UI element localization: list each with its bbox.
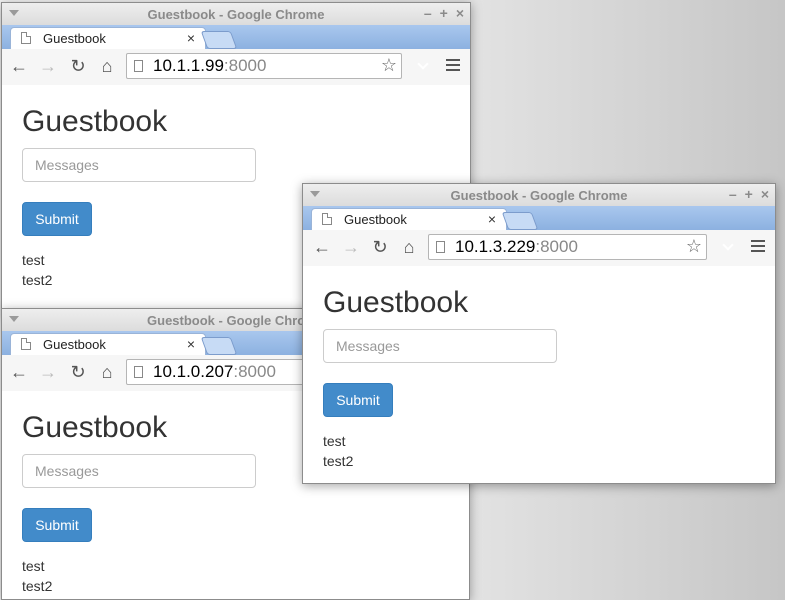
back-arrow-icon[interactable]: ← xyxy=(9,362,29,382)
title-bar[interactable]: Guestbook - Google Chrome –+ × xyxy=(303,184,775,206)
forward-arrow-icon[interactable]: → xyxy=(341,237,361,257)
back-arrow-icon[interactable]: ← xyxy=(9,56,29,76)
reload-icon[interactable]: ↻ xyxy=(68,56,88,76)
minimize-icon[interactable]: – xyxy=(424,5,432,21)
tab-guestbook[interactable]: Guestbook × xyxy=(311,208,507,230)
address-bar[interactable]: 10.1.1.99:8000 ☆ xyxy=(126,53,402,79)
page-icon xyxy=(322,213,332,225)
page-icon xyxy=(134,60,143,72)
maximize-icon[interactable]: + xyxy=(745,186,753,202)
close-icon[interactable]: × xyxy=(187,336,195,352)
entries-list: test test2 xyxy=(22,250,52,290)
list-item: test2 xyxy=(22,578,53,594)
window-title: Guestbook - Google Chrome xyxy=(450,188,628,203)
list-item: test2 xyxy=(323,453,354,469)
page-icon xyxy=(21,32,31,44)
submit-button[interactable]: Submit xyxy=(22,508,92,542)
home-icon[interactable]: ⌂ xyxy=(399,237,419,257)
url-port: :8000 xyxy=(223,56,267,75)
url-host: 10.1.0.207 xyxy=(153,362,234,381)
tab-label: Guestbook xyxy=(43,337,106,352)
reload-icon[interactable]: ↻ xyxy=(68,362,88,382)
page-title: Guestbook xyxy=(22,411,168,444)
star-icon[interactable]: ☆ xyxy=(686,234,702,258)
hamburger-menu-icon[interactable] xyxy=(446,59,460,74)
tab-strip: Guestbook × xyxy=(303,206,775,230)
url-port: :8000 xyxy=(233,362,276,381)
entries-list: test test2 xyxy=(323,431,353,471)
tab-label: Guestbook xyxy=(43,31,106,46)
list-item: test xyxy=(22,558,45,574)
new-tab-button[interactable] xyxy=(501,212,539,230)
list-item: test2 xyxy=(22,272,53,288)
toolbar: ← → ↻ ⌂ 10.1.1.99:8000 ☆ xyxy=(2,49,470,86)
messages-input[interactable]: Messages xyxy=(22,148,256,182)
entries-list: test test2 xyxy=(22,556,52,596)
star-icon[interactable]: ☆ xyxy=(381,53,397,77)
page-content: Guestbook Messages Submit test test2 xyxy=(303,266,775,483)
toolbar: ← → ↻ ⌂ 10.1.3.229:8000 ☆ xyxy=(303,230,775,267)
browser-window-3: Guestbook - Google Chrome – + × Guestbook … xyxy=(302,183,776,484)
messages-input[interactable]: Messages xyxy=(22,454,256,488)
page-title: Guestbook xyxy=(22,105,168,138)
maximize-icon[interactable]: + xyxy=(440,5,448,21)
tab-strip: Guestbook × xyxy=(2,25,470,49)
title-bar[interactable]: Guestbook - Google Chrome –+ × xyxy=(2,3,470,25)
list-item: test xyxy=(323,433,346,449)
close-icon[interactable]: × xyxy=(187,30,195,46)
hamburger-menu-icon[interactable] xyxy=(751,240,765,255)
minimize-icon[interactable]: – xyxy=(729,186,737,202)
tab-guestbook[interactable]: Guestbook × xyxy=(10,27,206,49)
tab-guestbook[interactable]: Guestbook × xyxy=(10,333,206,355)
url-host: 10.1.1.99 xyxy=(153,56,224,75)
pocket-icon[interactable] xyxy=(414,57,434,75)
home-icon[interactable]: ⌂ xyxy=(97,56,117,76)
home-icon[interactable]: ⌂ xyxy=(97,362,117,382)
close-window-icon[interactable]: × xyxy=(761,186,769,202)
page-icon xyxy=(436,241,445,253)
window-title: Guestbook - Google Chrome xyxy=(147,7,325,22)
tab-label: Guestbook xyxy=(344,212,407,227)
forward-arrow-icon[interactable]: → xyxy=(38,362,58,382)
address-bar[interactable]: 10.1.3.229:8000 ☆ xyxy=(428,234,707,260)
submit-button[interactable]: Submit xyxy=(22,202,92,236)
new-tab-button[interactable] xyxy=(200,337,238,355)
back-arrow-icon[interactable]: ← xyxy=(312,237,332,257)
page-icon xyxy=(134,366,143,378)
new-tab-button[interactable] xyxy=(200,31,238,49)
page-icon xyxy=(21,338,31,350)
pocket-icon[interactable] xyxy=(719,238,739,256)
url-host: 10.1.3.229 xyxy=(455,237,536,256)
submit-button[interactable]: Submit xyxy=(323,383,393,417)
close-window-icon[interactable]: × xyxy=(456,5,464,21)
forward-arrow-icon[interactable]: → xyxy=(38,56,58,76)
list-item: test xyxy=(22,252,45,268)
page-title: Guestbook xyxy=(323,286,469,319)
reload-icon[interactable]: ↻ xyxy=(370,237,390,257)
messages-input[interactable]: Messages xyxy=(323,329,557,363)
url-port: :8000 xyxy=(535,237,578,256)
close-icon[interactable]: × xyxy=(488,211,496,227)
